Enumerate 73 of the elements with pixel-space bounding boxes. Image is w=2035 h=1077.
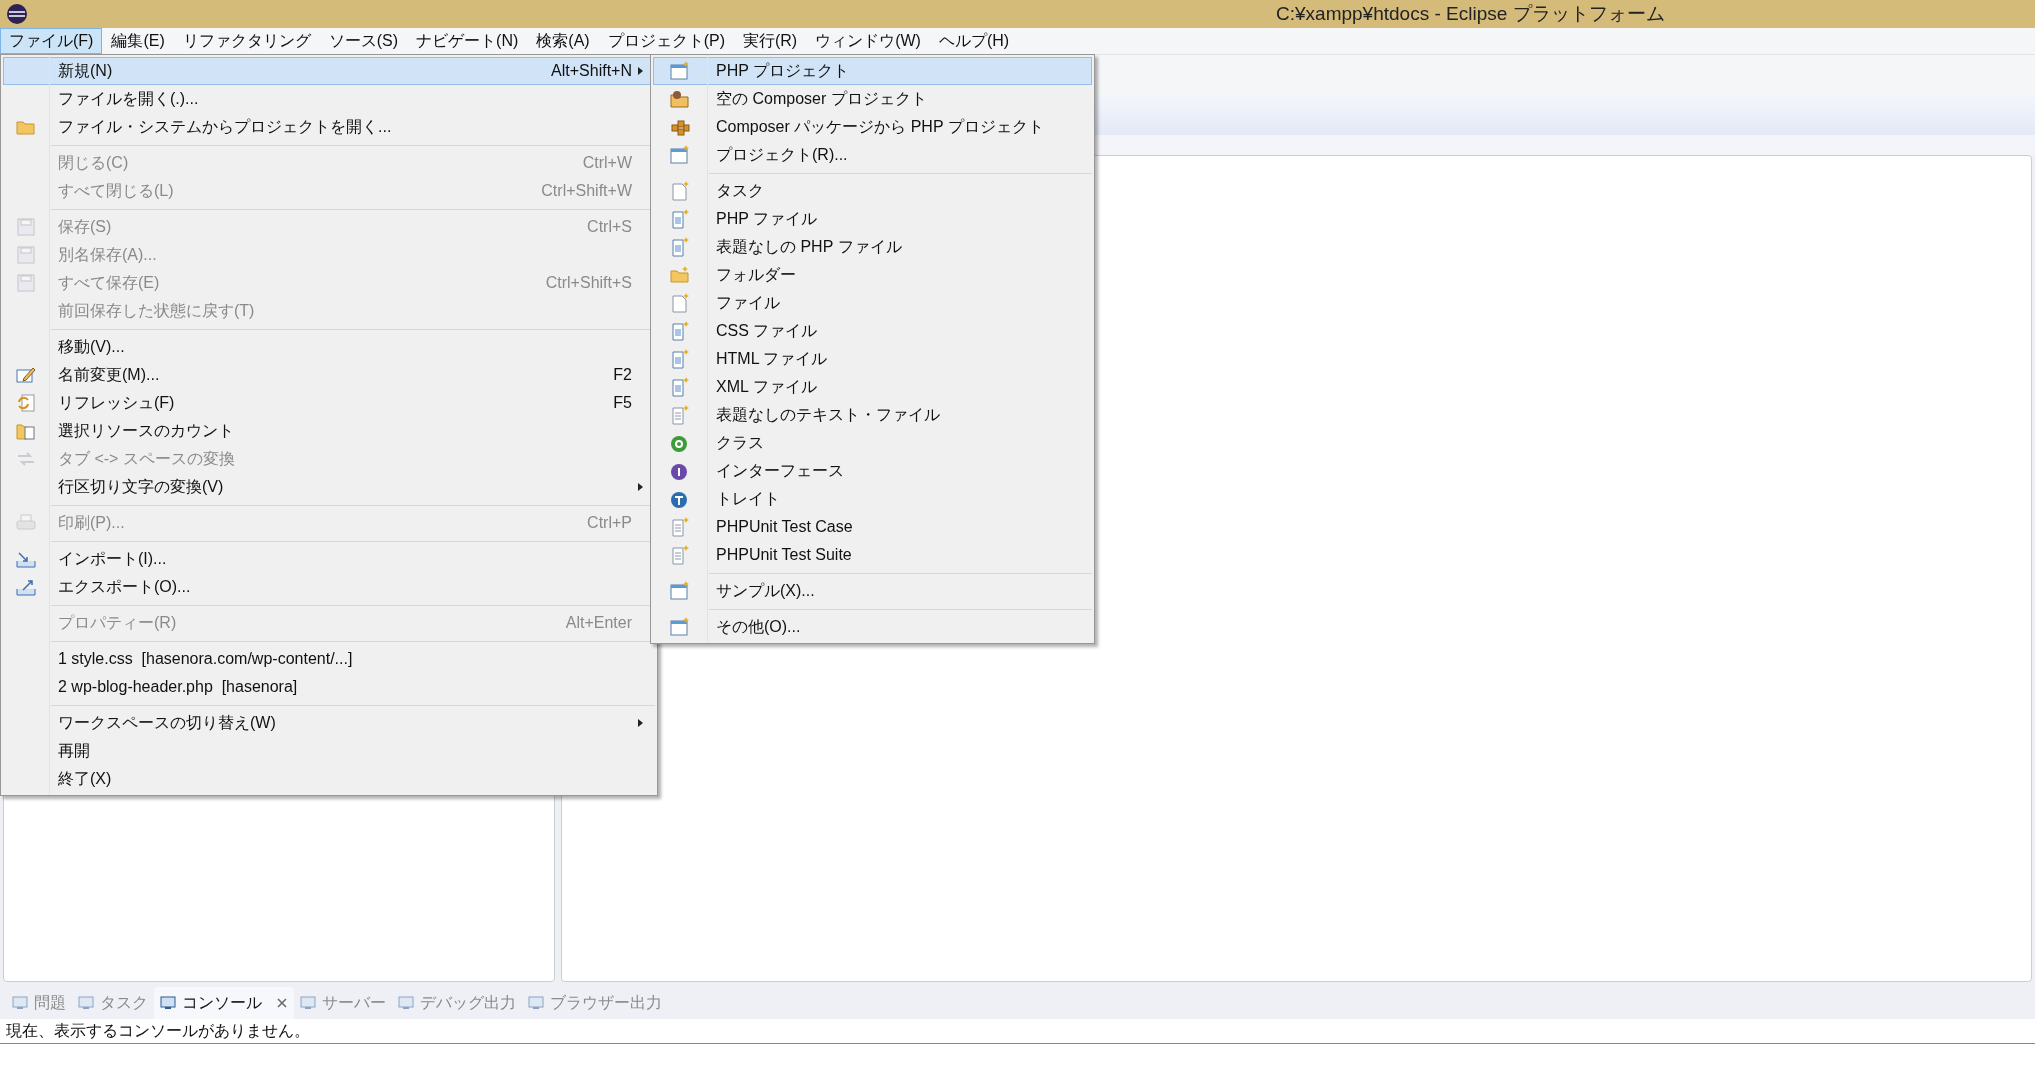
new-window-icon [670,61,690,81]
menu-item[interactable]: インターフェース [653,457,1092,485]
tray-arrow-out-icon [16,577,36,597]
open-folder-icon [670,89,690,109]
tab-icon [528,995,544,1011]
new-file-icon [670,209,690,229]
documents-icon [16,421,36,441]
menu-bar-item[interactable]: 編集(E) [102,28,174,54]
close-icon[interactable] [276,997,288,1009]
trait-icon [670,489,690,509]
new-window-icon [670,617,690,637]
menu-item[interactable]: ファイル・システムからプロジェクトを開く... [3,113,655,141]
menu-item[interactable]: PHP プロジェクト [653,57,1092,85]
menu-item[interactable]: 空の Composer プロジェクト [653,85,1092,113]
menu-item[interactable]: HTML ファイル [653,345,1092,373]
menu-bar-item[interactable]: 検索(A) [527,28,599,54]
new-file-icon [670,321,690,341]
new-text-file-icon [670,517,690,537]
tray-arrow-in-icon [16,549,36,569]
new-file-icon [670,349,690,369]
tab-icon [12,995,28,1011]
menu-item[interactable]: 表題なしの PHP ファイル [653,233,1092,261]
new-window-icon [670,581,690,601]
new-file-icon [670,181,690,201]
new-file-icon [670,237,690,257]
interface-icon [670,461,690,481]
menu-item[interactable]: XML ファイル [653,373,1092,401]
menu-bar-item[interactable]: ファイル(F) [0,28,103,54]
refresh-icon [16,393,36,413]
menu-item[interactable]: PHP ファイル [653,205,1092,233]
menu-item[interactable]: PHPUnit Test Case [653,513,1092,541]
menu-bar-item[interactable]: ヘルプ(H) [929,28,1019,54]
tab-icon [398,995,414,1011]
menu-item[interactable]: タスク [653,177,1092,205]
new-folder-icon [670,265,690,285]
console-message: 現在、表示するコンソールがありません。 [6,1022,310,1039]
tab-icon [160,995,176,1011]
menu-item[interactable]: 再開 [3,737,655,765]
pencil-edit-icon [16,365,36,385]
menu-bar-item[interactable]: ソース(S) [319,28,408,54]
menu-item[interactable]: その他(O)... [653,613,1092,641]
tab-icon [78,995,94,1011]
class-icon [670,433,690,453]
app-logo-icon [6,3,28,25]
menu-item[interactable]: 2 wp-blog-header.php [hasenora] [3,673,655,701]
menu-item[interactable]: ファイル [653,289,1092,317]
menu-bar-item[interactable]: リファクタリング [173,28,320,54]
menu-item[interactable]: プロジェクト(R)... [653,141,1092,169]
menu-item[interactable]: フォルダー [653,261,1092,289]
menu-item[interactable]: Composer パッケージから PHP プロジェクト [653,113,1092,141]
new-file-icon [670,377,690,397]
menu-item[interactable]: サンプル(X)... [653,577,1092,605]
panel-tab[interactable]: コンソール [154,987,294,1019]
menu-bar-item[interactable]: プロジェクト(P) [598,28,734,54]
menu-item[interactable]: クラス [653,429,1092,457]
boxes-icon [670,117,690,137]
menu-bar-item[interactable]: 実行(R) [733,28,807,54]
new-text-file-icon [670,405,690,425]
tab-icon [300,995,316,1011]
menu-item[interactable]: PHPUnit Test Suite [653,541,1092,569]
printer-icon [16,513,36,533]
menu-bar-item[interactable]: ナビゲート(N) [407,28,528,54]
new-text-file-icon [670,545,690,565]
menu-item[interactable]: トレイト [653,485,1092,513]
window-title: C:¥xampp¥htdocs - Eclipse プラットフォーム [1276,1,1665,26]
menu-item[interactable]: 終了(X) [3,765,655,793]
menu-item[interactable]: 1 style.css [hasenora.com/wp-content/...] [3,645,655,673]
new-file-icon [670,293,690,313]
menu-item[interactable]: 表題なしのテキスト・ファイル [653,401,1092,429]
menu-item[interactable]: ワークスペースの切り替え(W) [3,709,655,737]
menu-item[interactable]: CSS ファイル [653,317,1092,345]
new-window-icon [670,145,690,165]
menu-bar-item[interactable]: ウィンドウ(W) [806,28,930,54]
